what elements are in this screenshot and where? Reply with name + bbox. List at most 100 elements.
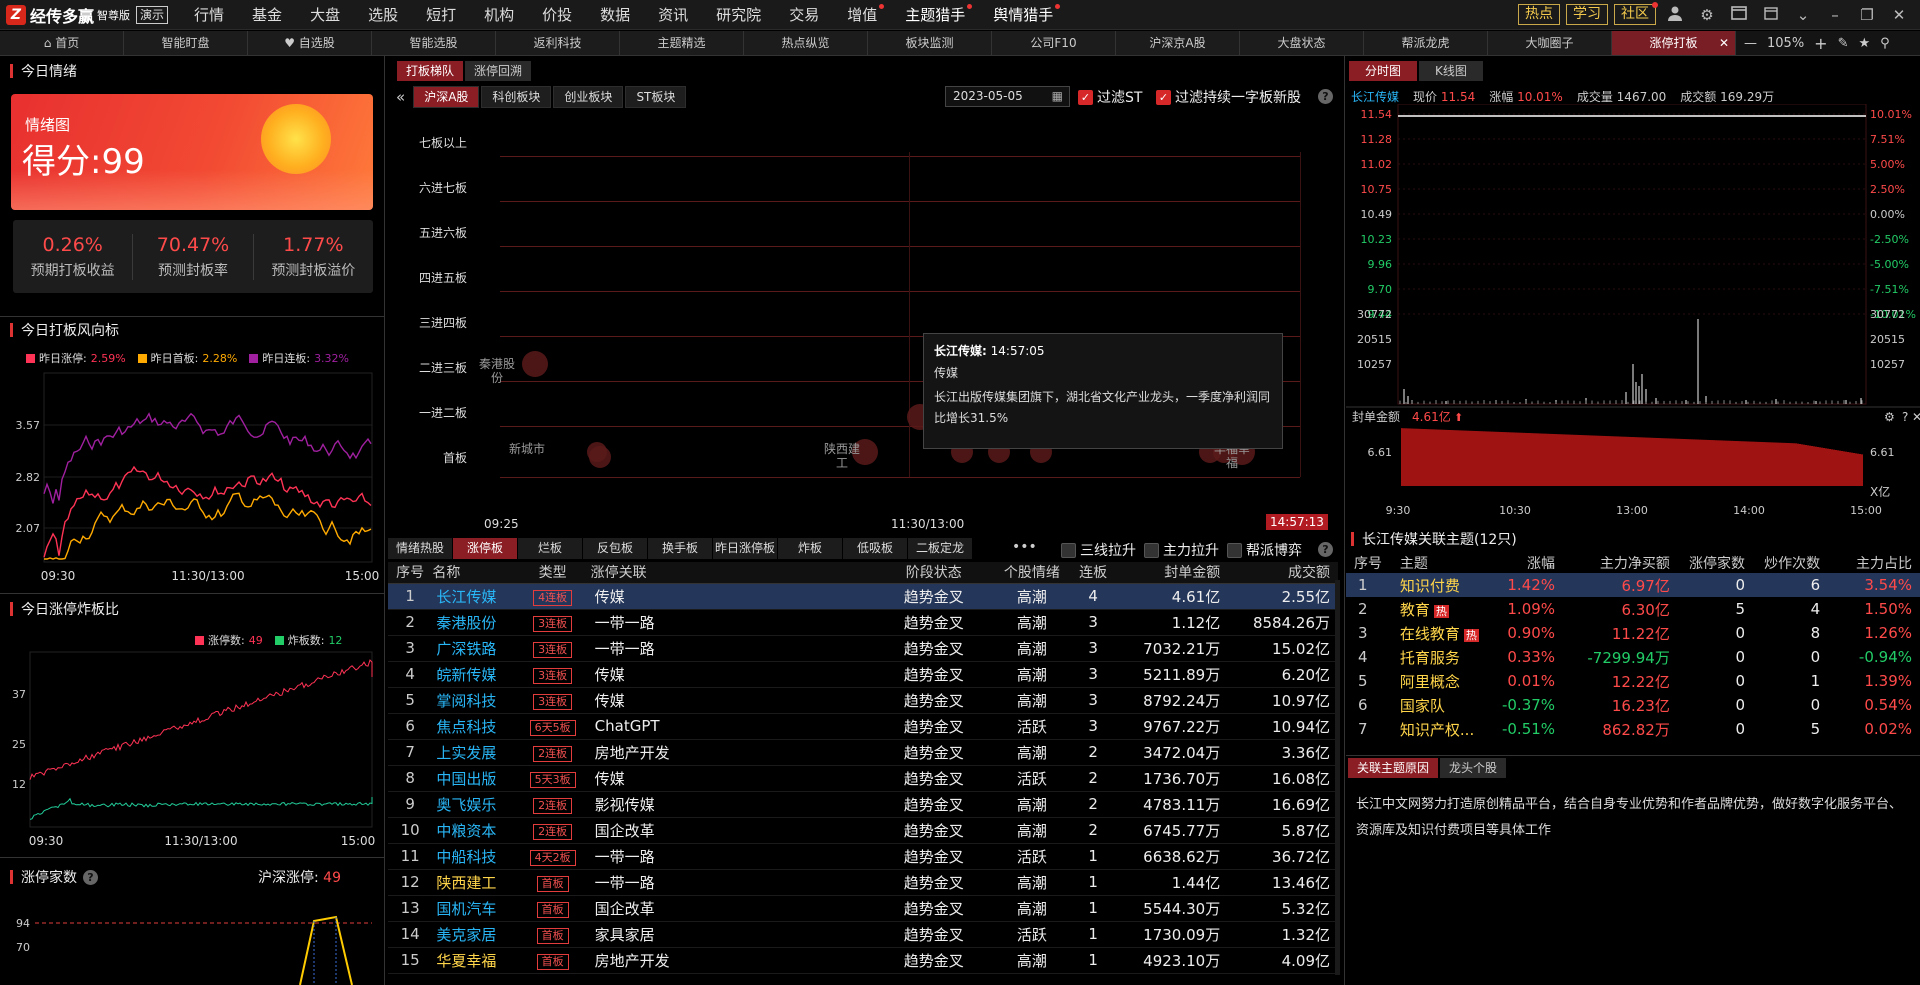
community-button[interactable]: 社区 (1614, 2, 1658, 25)
table-row[interactable]: 9 奥飞娱乐 2连板 影视传媒 趋势金叉 高潮 2 4783.11万 16.69亿 (388, 791, 1338, 818)
filter-newstock-checkbox[interactable]: ✓ 过滤持续一字板新股 (1156, 87, 1301, 107)
seal-settings-icon[interactable]: ⚙ (1884, 410, 1895, 424)
menu-item[interactable]: 交易 (775, 4, 833, 25)
menu-item[interactable]: 舆情猎手 (979, 4, 1067, 25)
more-icon[interactable]: ••• (1012, 539, 1037, 555)
filter-st-checkbox[interactable]: ✓ 过滤ST (1078, 87, 1142, 107)
seal-close-icon[interactable]: ✕ (1912, 410, 1920, 424)
table-tab[interactable]: 换手板 (648, 538, 713, 559)
table-row[interactable]: 14 美克家居 首板 家具家居 趋势金叉 活跃 1 1730.09万 1.32亿 (388, 921, 1338, 948)
menu-item[interactable]: 增值 (833, 4, 891, 25)
table-row[interactable]: 12 陕西建工 首板 一带一路 趋势金叉 高潮 1 1.44亿 13.46亿 (388, 869, 1338, 896)
table-tab[interactable]: 昨日涨停板 (713, 538, 778, 559)
table-row[interactable]: 5 掌阅科技 3连板 传媒 趋势金叉 高潮 3 8792.24万 10.97亿 (388, 687, 1338, 714)
table-tab[interactable]: 炸板 (778, 538, 843, 559)
table-row[interactable]: 8 中国出版 5天3板 传媒 趋势金叉 活跃 2 1736.70万 16.08亿 (388, 765, 1338, 792)
help-icon[interactable]: ? (1318, 89, 1333, 104)
menu-item[interactable]: 基金 (238, 4, 296, 25)
board-tab[interactable]: 科创板块 (481, 86, 552, 108)
table-filter-checkbox[interactable]: 帮派博弈 (1227, 540, 1302, 560)
column-header[interactable]: 序号 (388, 562, 433, 584)
column-header[interactable]: 序号 (1346, 553, 1392, 573)
restore-icon[interactable]: ❐ (1854, 6, 1880, 24)
theme-row[interactable]: 1 知识付费 1.42% 6.97亿 0 6 3.54% (1346, 573, 1920, 597)
menu-item[interactable]: 资讯 (644, 4, 702, 25)
user-icon[interactable] (1662, 5, 1688, 25)
reason-tab[interactable]: 关联主题原因 (1348, 758, 1439, 778)
seal-help-icon[interactable]: ? (1902, 410, 1908, 424)
table-tab[interactable]: 烂板 (518, 538, 583, 559)
column-header[interactable]: 主力净买额 (1563, 553, 1678, 573)
page-tab[interactable]: 涨停打板 ✕ (1612, 31, 1736, 55)
menu-item[interactable]: 主题猎手 (891, 4, 979, 25)
help-icon[interactable]: ? (1318, 542, 1333, 557)
pen-icon[interactable]: ✎ (1838, 36, 1849, 51)
page-tab[interactable]: 热点纵览 (744, 31, 868, 55)
ladder-tab[interactable]: 涨停回溯 (465, 61, 532, 81)
page-tab[interactable]: 公司F10 (992, 31, 1116, 55)
calendar-icon[interactable] (1758, 6, 1784, 24)
ladder-tab[interactable]: 打板梯队 (397, 61, 464, 81)
zoom-out-icon[interactable]: — (1744, 36, 1757, 51)
theme-row[interactable]: 6 国家队 -0.37% 16.23亿 0 0 0.54% (1346, 693, 1920, 717)
menu-item[interactable]: 机构 (470, 4, 528, 25)
calendar-picker-icon[interactable]: ▦ (1052, 87, 1063, 106)
column-header[interactable]: 类型 (514, 562, 591, 584)
table-row[interactable]: 7 上实发展 2连板 房地产开发 趋势金叉 高潮 2 3472.04万 3.36亿 (388, 739, 1338, 766)
table-filter-checkbox[interactable]: 三线拉升 (1061, 540, 1136, 560)
column-header[interactable]: 涨幅 (1494, 553, 1563, 573)
page-tab[interactable]: 大咖圈子 (1488, 31, 1612, 55)
table-row[interactable]: 11 中船科技 4天2板 一带一路 趋势金叉 活跃 1 6638.62万 36.72亿 (388, 843, 1338, 870)
table-row[interactable]: 2 秦港股份 3连板 一带一路 趋势金叉 高潮 3 1.12亿 8584.26万 (388, 609, 1338, 636)
column-header[interactable]: 阶段状态 (875, 562, 992, 584)
column-header[interactable]: 成交额 (1228, 562, 1338, 584)
theme-row[interactable]: 4 托育服务 0.33% -7299.94万 0 0 -0.94% (1346, 645, 1920, 669)
board-tab[interactable]: ST板块 (625, 86, 687, 108)
page-tab[interactable]: 大盘状态 (1240, 31, 1364, 55)
column-header[interactable]: 个股情绪 (991, 562, 1072, 584)
table-scrollbar[interactable] (1335, 580, 1340, 975)
stock-bubble[interactable] (587, 442, 607, 462)
zoom-in-icon[interactable]: + (1814, 34, 1827, 53)
settings-icon[interactable]: ⚙ (1694, 6, 1720, 24)
table-tab[interactable]: 情绪热股 (388, 538, 453, 559)
board-tab[interactable]: 创业板块 (553, 86, 624, 108)
table-row[interactable]: 4 皖新传媒 3连板 传媒 趋势金叉 高潮 3 5211.89万 6.20亿 (388, 661, 1338, 688)
column-header[interactable]: 炒作次数 (1753, 553, 1828, 573)
help-icon[interactable]: ? (83, 869, 98, 885)
collapse-left-icon[interactable]: « (396, 88, 405, 106)
table-filter-checkbox[interactable]: 主力拉升 (1144, 540, 1219, 560)
column-header[interactable]: 主力占比 (1828, 553, 1920, 573)
table-row[interactable]: 10 中粮资本 2连板 国企改革 趋势金叉 高潮 2 6745.77万 5.87亿 (388, 817, 1338, 844)
table-row[interactable]: 13 国机汽车 首板 国企改革 趋势金叉 高潮 1 5544.30万 5.32亿 (388, 895, 1338, 922)
hot-button[interactable]: 热点 (1518, 4, 1560, 25)
date-picker[interactable]: 2023-05-05 ▦ (945, 86, 1070, 107)
learn-button[interactable]: 学习 (1566, 4, 1608, 25)
pin-icon[interactable]: ⚲ (1880, 36, 1890, 51)
column-header[interactable]: 连板 (1071, 562, 1115, 584)
table-row[interactable]: 1 长江传媒 4连板 传媒 趋势金叉 高潮 4 4.61亿 2.55亿 (388, 583, 1338, 610)
reason-tab[interactable]: 龙头个股 (1440, 758, 1507, 778)
column-header[interactable]: 涨停家数 (1678, 553, 1753, 573)
menu-item[interactable]: 价投 (528, 4, 586, 25)
board-tab[interactable]: 沪深A股 (413, 86, 480, 108)
table-row[interactable]: 6 焦点科技 6天5板 ChatGPT 趋势金叉 活跃 3 9767.22万 10.94亿 (388, 713, 1338, 740)
page-tab[interactable]: 板块监测 (868, 31, 992, 55)
table-tab[interactable]: 反包板 (583, 538, 648, 559)
menu-item[interactable]: 研究院 (702, 4, 775, 25)
page-tab[interactable]: 主题精选 (620, 31, 744, 55)
menu-item[interactable]: 大盘 (296, 4, 354, 25)
column-header[interactable]: 主题 (1392, 553, 1494, 573)
collapse-icon[interactable]: ⌄ (1790, 6, 1816, 24)
layout-icon[interactable] (1726, 5, 1752, 24)
minimize-icon[interactable]: – (1822, 6, 1848, 24)
table-row[interactable]: 3 广深铁路 3连板 一带一路 趋势金叉 高潮 3 7032.21万 15.02亿 (388, 635, 1338, 662)
table-row[interactable]: 15 华夏幸福 首板 房地产开发 趋势金叉 高潮 1 4923.10万 4.09亿 (388, 947, 1338, 974)
menu-item[interactable]: 数据 (586, 4, 644, 25)
star-icon[interactable]: ★ (1858, 36, 1870, 51)
theme-row[interactable]: 7 知识产权... -0.51% 862.82万 0 5 0.02% (1346, 717, 1920, 741)
app-logo[interactable]: Z 经传多赢 智尊版 演示 (0, 0, 169, 30)
page-tab[interactable]: 沪深京A股 (1116, 31, 1240, 55)
chart-tab[interactable]: K线图 (1419, 61, 1483, 81)
menu-item[interactable]: 短打 (412, 4, 470, 25)
